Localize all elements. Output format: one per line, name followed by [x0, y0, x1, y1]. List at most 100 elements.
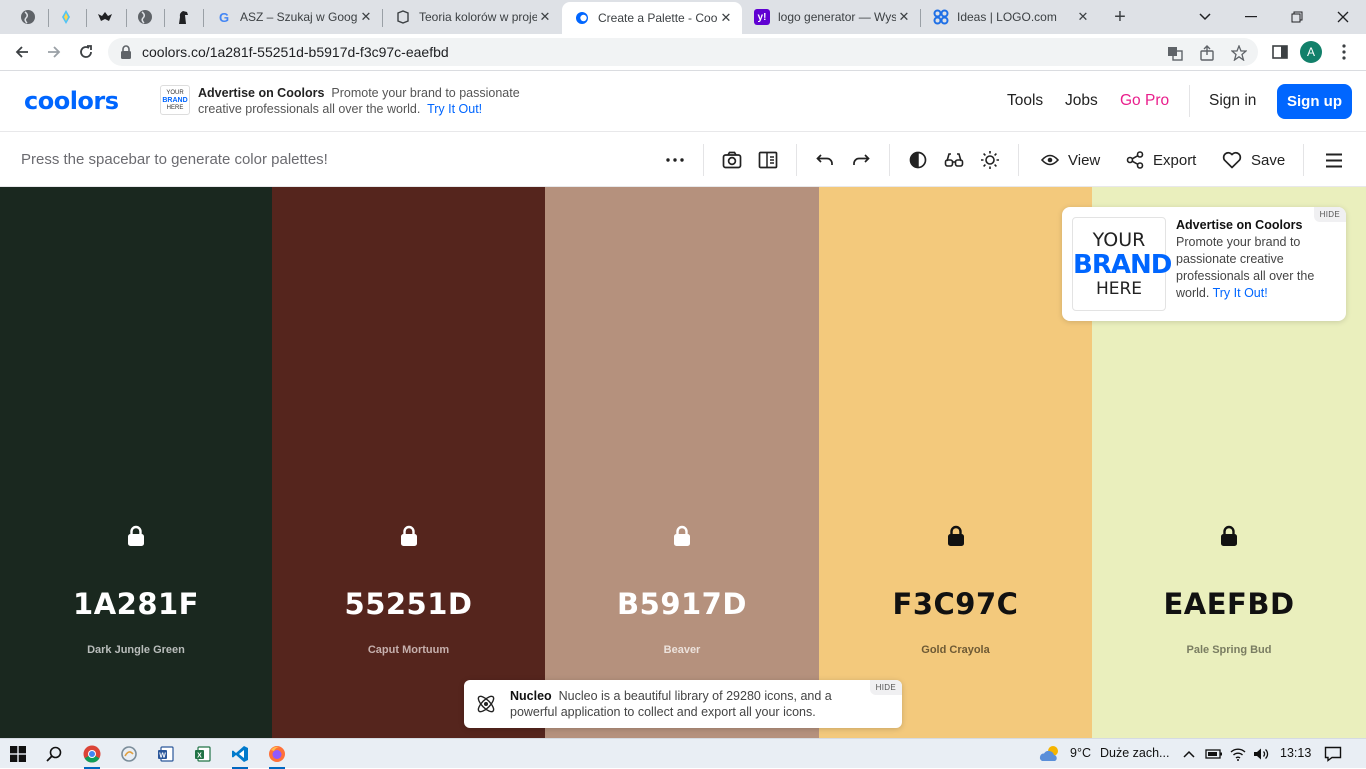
address-bar[interactable]: coolors.co/1a281f-55251d-b5917d-f3c97c-e… [108, 38, 1258, 66]
vscode-taskbar-button[interactable] [226, 742, 254, 769]
color-hex[interactable]: F3C97C [819, 587, 1092, 621]
color-column-2[interactable]: 55251D Caput Mortuum [272, 187, 545, 738]
nucleo-promo[interactable]: Nucleo Nucleo is a beautiful library of … [464, 680, 902, 728]
excel-icon: X [195, 746, 211, 762]
color-hex[interactable]: B5917D [545, 587, 819, 621]
restore-button[interactable] [1274, 0, 1320, 34]
app-taskbar-button[interactable] [115, 742, 143, 766]
color-hex[interactable]: 55251D [272, 587, 545, 621]
restore-icon [1291, 11, 1303, 23]
heart-icon [1222, 151, 1242, 169]
lock-icon[interactable] [399, 525, 419, 547]
hide-nucleo-button[interactable]: HIDE [869, 680, 902, 695]
bookmark-star-icon[interactable] [1230, 44, 1248, 62]
close-icon[interactable]: ✕ [358, 9, 374, 25]
hamburger-menu-button[interactable] [1322, 148, 1346, 172]
new-tab-button[interactable]: + [1108, 5, 1132, 29]
close-icon[interactable]: ✕ [537, 9, 553, 25]
lock-icon[interactable] [126, 525, 146, 547]
firefox-taskbar-button[interactable] [263, 742, 291, 769]
tab-google-search[interactable]: G ASZ – Szukaj w Google ✕ [204, 4, 382, 30]
pinned-tab-horse[interactable] [165, 4, 201, 30]
chrome-icon [83, 745, 101, 763]
color-column-4[interactable]: F3C97C Gold Crayola [819, 187, 1092, 738]
advertise-card[interactable]: YOUR BRAND HERE Advertise on Coolors Pro… [1062, 207, 1346, 321]
sign-in-link[interactable]: Sign in [1209, 92, 1256, 110]
firefox-icon [269, 746, 285, 762]
logo-com-icon [933, 9, 949, 25]
lock-icon[interactable] [1219, 525, 1239, 547]
kebab-menu-icon [1342, 44, 1346, 60]
document-icon [395, 9, 411, 25]
profile-avatar[interactable]: A [1300, 41, 1322, 63]
weather-temp[interactable]: 9°C [1070, 746, 1091, 760]
hide-ad-button[interactable]: HIDE [1313, 207, 1346, 222]
weather-icon[interactable] [1036, 742, 1064, 766]
translate-icon[interactable] [1166, 44, 1184, 62]
ad-link[interactable]: Try It Out! [427, 102, 482, 116]
share-icon[interactable] [1198, 44, 1216, 62]
close-window-button[interactable] [1320, 0, 1366, 34]
color-column-1[interactable]: 1A281F Dark Jungle Green [0, 187, 272, 738]
minimize-button[interactable] [1228, 0, 1274, 34]
windows-taskbar: W X 9°C Duże zach... 13:13 [0, 738, 1366, 769]
export-button[interactable]: Export [1126, 148, 1196, 172]
nucleo-body: Nucleo is a beautiful library of 29280 i… [510, 689, 832, 719]
tab-yahoo-search[interactable]: y! logo generator — Wyszukiwanie ✕ [742, 4, 920, 30]
close-icon[interactable]: ✕ [1075, 9, 1091, 25]
reload-button[interactable] [72, 38, 100, 66]
nav-jobs[interactable]: Jobs [1065, 92, 1098, 110]
google-icon: G [218, 9, 230, 25]
lock-icon[interactable] [946, 525, 966, 547]
nav-tools[interactable]: Tools [1007, 92, 1043, 110]
color-column-3[interactable]: B5917D Beaver [545, 187, 819, 738]
redo-button[interactable] [849, 148, 873, 172]
view-button[interactable]: View [1041, 148, 1100, 172]
tab-color-theory[interactable]: Teoria kolorów w projektowaniu ✕ [383, 4, 561, 30]
nav-go-pro[interactable]: Go Pro [1120, 92, 1169, 110]
undo-button[interactable] [813, 148, 837, 172]
color-hex[interactable]: 1A281F [0, 587, 272, 621]
search-taskbar-button[interactable] [40, 742, 68, 766]
ad-thumbnail[interactable]: YOUR BRAND HERE [160, 85, 190, 115]
clock[interactable]: 13:13 [1280, 746, 1311, 760]
adjust-palette-button[interactable] [978, 148, 1002, 172]
browser-menu-button[interactable] [1330, 38, 1358, 66]
pinned-tab-bat[interactable] [87, 4, 123, 30]
contrast-button[interactable] [906, 148, 930, 172]
color-hex[interactable]: EAEFBD [1092, 587, 1366, 621]
side-view-button[interactable] [756, 148, 780, 172]
pinned-tab-globe[interactable] [10, 4, 46, 30]
notifications-icon[interactable] [1320, 742, 1346, 766]
excel-taskbar-button[interactable]: X [189, 742, 217, 766]
start-button[interactable] [4, 742, 32, 766]
lock-icon[interactable] [672, 525, 692, 547]
save-button[interactable]: Save [1222, 148, 1285, 172]
pinned-tab-globe-2[interactable] [127, 4, 163, 30]
tray-chevron-up-icon[interactable] [1178, 742, 1200, 766]
color-blindness-button[interactable] [942, 148, 966, 172]
tab-logo-com[interactable]: Ideas | LOGO.com ✕ [921, 4, 1099, 30]
tab-search-button[interactable] [1182, 0, 1228, 34]
close-icon[interactable]: ✕ [718, 10, 734, 26]
ad-card-link[interactable]: Try It Out! [1213, 286, 1268, 300]
forward-button[interactable] [40, 38, 68, 66]
sign-up-button[interactable]: Sign up [1277, 84, 1352, 119]
globe-icon [21, 10, 35, 24]
word-taskbar-button[interactable]: W [152, 742, 180, 766]
chrome-taskbar-button[interactable] [78, 742, 106, 769]
wifi-icon[interactable] [1227, 742, 1249, 766]
color-name: Beaver [663, 644, 701, 656]
more-options-button[interactable] [663, 148, 687, 172]
battery-icon[interactable] [1203, 742, 1225, 766]
tab-coolors-active[interactable]: Create a Palette - Coolors ✕ [562, 2, 742, 34]
close-icon[interactable]: ✕ [896, 9, 912, 25]
weather-text[interactable]: Duże zach... [1100, 746, 1169, 760]
volume-icon[interactable] [1250, 742, 1272, 766]
svg-text:X: X [197, 753, 202, 760]
pinned-tab-extension[interactable] [48, 4, 84, 30]
coolors-logo[interactable]: coolors [24, 87, 119, 115]
side-panel-button[interactable] [1266, 38, 1294, 66]
camera-button[interactable] [720, 148, 744, 172]
back-button[interactable] [8, 38, 36, 66]
